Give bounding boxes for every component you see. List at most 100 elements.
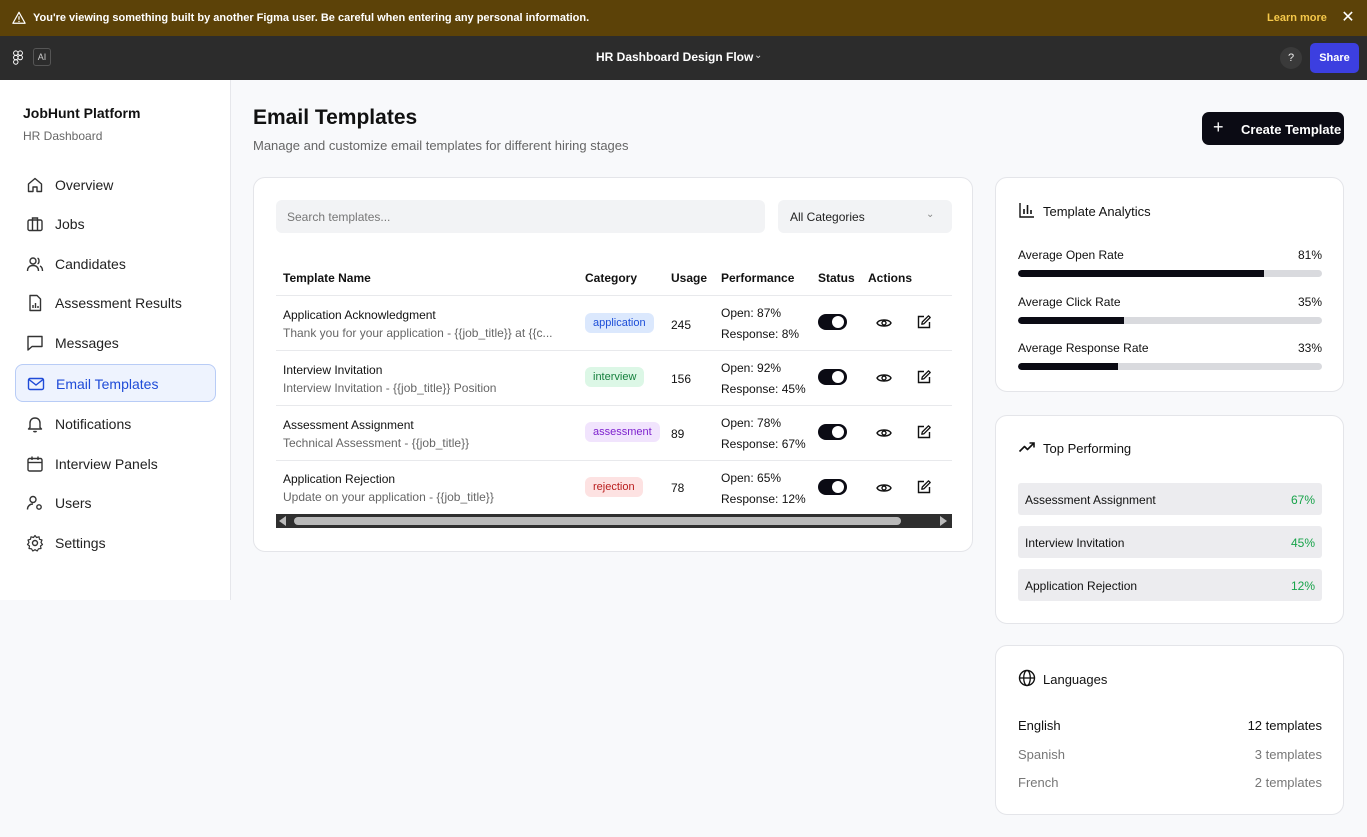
learn-more-link[interactable]: Learn more xyxy=(1267,12,1327,24)
create-template-button[interactable]: + Create Template xyxy=(1202,112,1344,145)
category-badge: interview xyxy=(585,367,645,387)
edit-icon[interactable] xyxy=(916,424,932,440)
languages-card: Languages English 12 templates Spanish 3… xyxy=(995,645,1344,815)
sidebar-item-assessment-results[interactable]: Assessment Results xyxy=(15,284,216,322)
column-header-actions: Actions xyxy=(868,271,913,285)
top-template-name: Assessment Assignment xyxy=(1025,493,1156,507)
globe-icon xyxy=(1018,669,1036,687)
eye-icon[interactable] xyxy=(876,480,892,496)
template-name: Application Acknowledgment xyxy=(283,308,436,322)
metric-value: 35% xyxy=(1297,295,1322,309)
template-name: Application Rejection xyxy=(283,472,396,486)
column-header-usage[interactable]: Usage xyxy=(671,271,707,285)
search-input[interactable] xyxy=(276,200,765,233)
sidebar-item-label: Notifications xyxy=(55,416,132,432)
sidebar-item-label: Email Templates xyxy=(56,376,159,392)
mail-icon xyxy=(27,377,45,391)
sidebar-item-label: Jobs xyxy=(55,216,85,232)
list-item[interactable]: Application Rejection 12% xyxy=(1018,569,1322,601)
edit-icon[interactable] xyxy=(916,479,932,495)
sidebar-item-overview[interactable]: Overview xyxy=(15,166,216,204)
column-header-status[interactable]: Status xyxy=(818,271,855,285)
response-rate: Response: 12% xyxy=(721,492,806,506)
status-toggle[interactable] xyxy=(818,424,847,440)
sidebar-item-jobs[interactable]: Jobs xyxy=(15,205,216,243)
metric-label: Average Response Rate xyxy=(1018,341,1149,355)
top-template-value: 45% xyxy=(1290,536,1315,550)
category-badge: assessment xyxy=(585,422,660,442)
list-item[interactable]: Assessment Assignment 67% xyxy=(1018,483,1322,515)
open-rate: Open: 92% xyxy=(721,361,782,375)
close-icon[interactable]: ✕ xyxy=(1340,9,1356,27)
home-icon xyxy=(27,177,43,193)
chevron-down-icon: ⌄ xyxy=(926,209,935,220)
category-select[interactable]: All Categories ⌄ xyxy=(778,200,952,233)
metric-label: Average Click Rate xyxy=(1018,295,1121,309)
category-badge: rejection xyxy=(585,477,643,497)
template-subject: Interview Invitation - {{job_title}} Pos… xyxy=(283,381,497,395)
chevron-down-icon[interactable]: ⌄ xyxy=(754,50,762,61)
trending-up-icon xyxy=(1018,442,1035,453)
table-divider xyxy=(276,295,952,296)
sidebar-item-users[interactable]: Users xyxy=(15,484,216,522)
scrollbar-thumb[interactable] xyxy=(294,517,901,525)
platform-subtitle: HR Dashboard xyxy=(23,129,103,143)
create-template-label: Create Template xyxy=(1241,122,1342,137)
page-subtitle: Manage and customize email templates for… xyxy=(253,138,629,153)
language-name: English xyxy=(1018,718,1061,733)
report-icon xyxy=(29,294,42,312)
page-title: Email Templates xyxy=(253,106,418,129)
status-toggle[interactable] xyxy=(818,369,847,385)
template-subject: Update on your application - {{job_title… xyxy=(283,490,494,504)
ai-button[interactable]: AI xyxy=(33,48,51,66)
templates-card: All Categories ⌄ Template Name Category … xyxy=(253,177,973,552)
file-title[interactable]: HR Dashboard Design Flow xyxy=(596,50,753,64)
list-item[interactable]: Interview Invitation 45% xyxy=(1018,526,1322,558)
user-gear-icon xyxy=(26,495,42,510)
column-header-name[interactable]: Template Name xyxy=(283,271,371,285)
sidebar-item-messages[interactable]: Messages xyxy=(15,324,216,362)
analytics-card: Template Analytics Average Open Rate 81%… xyxy=(995,177,1344,392)
top-template-value: 12% xyxy=(1290,579,1315,593)
banner-message: You're viewing something built by anothe… xyxy=(33,12,590,24)
help-button[interactable]: ? xyxy=(1280,47,1302,69)
status-toggle[interactable] xyxy=(818,479,847,495)
sidebar-item-email-templates[interactable]: Email Templates xyxy=(15,364,216,402)
sidebar-item-candidates[interactable]: Candidates xyxy=(15,245,216,283)
figma-logo-icon[interactable] xyxy=(12,50,24,66)
languages-title: Languages xyxy=(1043,672,1108,687)
progress-fill xyxy=(1018,317,1125,324)
row-divider xyxy=(276,350,952,351)
progress-bar xyxy=(1018,317,1322,324)
edit-icon[interactable] xyxy=(916,314,932,330)
eye-icon[interactable] xyxy=(876,425,892,441)
scroll-right-icon[interactable] xyxy=(940,516,947,526)
sidebar-item-label: Interview Panels xyxy=(55,456,158,472)
response-rate: Response: 8% xyxy=(721,327,800,341)
column-header-category[interactable]: Category xyxy=(585,271,637,285)
eye-icon[interactable] xyxy=(876,370,892,386)
scroll-left-icon[interactable] xyxy=(279,516,286,526)
platform-name: JobHunt Platform xyxy=(23,105,141,121)
eye-icon[interactable] xyxy=(876,315,892,331)
sidebar-item-settings[interactable]: Settings xyxy=(15,524,216,562)
progress-bar xyxy=(1018,363,1322,370)
response-rate: Response: 67% xyxy=(721,437,806,451)
status-toggle[interactable] xyxy=(818,314,847,330)
analytics-title: Template Analytics xyxy=(1043,204,1151,219)
message-icon xyxy=(27,335,43,351)
horizontal-scrollbar[interactable] xyxy=(276,514,952,528)
top-performing-card: Top Performing Assessment Assignment 67%… xyxy=(995,415,1344,624)
edit-icon[interactable] xyxy=(916,369,932,385)
sidebar-item-interview-panels[interactable]: Interview Panels xyxy=(15,445,216,483)
sidebar-item-notifications[interactable]: Notifications xyxy=(15,405,216,443)
sidebar-item-label: Overview xyxy=(55,177,114,193)
share-button[interactable]: Share xyxy=(1310,43,1359,73)
top-performing-title: Top Performing xyxy=(1043,441,1132,456)
column-header-performance[interactable]: Performance xyxy=(721,271,794,285)
users-icon xyxy=(26,257,44,272)
row-divider xyxy=(276,405,952,406)
row-divider xyxy=(276,460,952,461)
gear-icon xyxy=(26,534,44,552)
bell-icon xyxy=(27,417,43,433)
